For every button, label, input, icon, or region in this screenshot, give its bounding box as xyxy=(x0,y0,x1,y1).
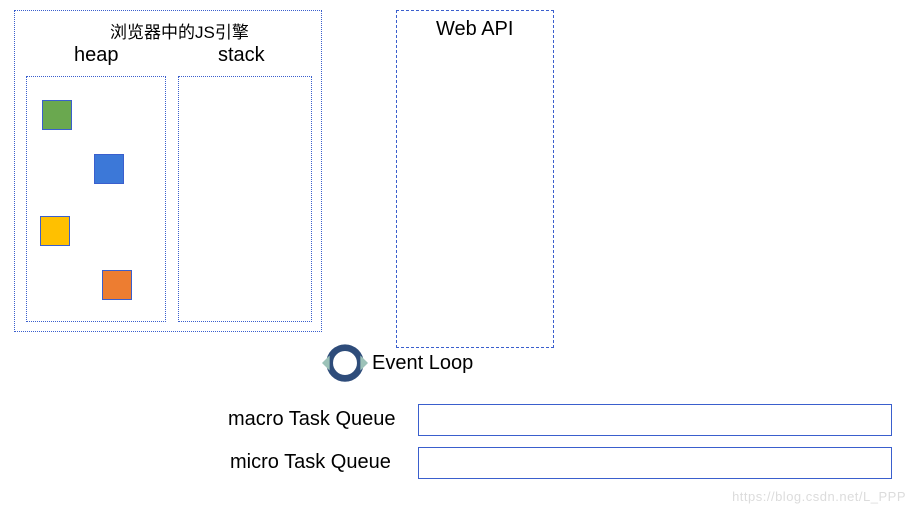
macro-queue-box xyxy=(418,404,892,436)
watermark: https://blog.csdn.net/L_PPP xyxy=(732,489,906,504)
heap-label: heap xyxy=(74,44,119,67)
event-loop-label: Event Loop xyxy=(372,352,473,375)
macro-queue-label: macro Task Queue xyxy=(228,408,396,431)
event-loop-icon xyxy=(322,340,368,386)
stack-box xyxy=(178,76,312,322)
heap-object xyxy=(40,216,70,246)
micro-queue-label: micro Task Queue xyxy=(230,451,391,474)
heap-object xyxy=(102,270,132,300)
heap-object xyxy=(94,154,124,184)
micro-queue-box xyxy=(418,447,892,479)
web-api-label: Web API xyxy=(436,18,513,41)
stack-label: stack xyxy=(218,44,265,67)
js-engine-title: 浏览器中的JS引擎 xyxy=(110,18,249,43)
heap-object xyxy=(42,100,72,130)
web-api-box xyxy=(396,10,554,348)
